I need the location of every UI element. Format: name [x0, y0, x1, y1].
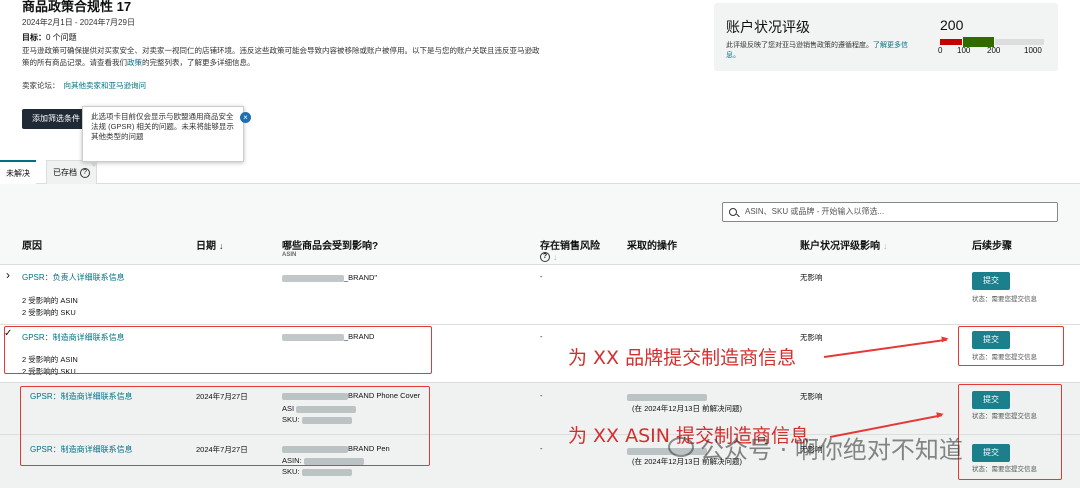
annotation-brand: 为 XX 品牌提交制造商信息	[568, 347, 797, 369]
policy-link[interactable]: 政策	[127, 58, 142, 67]
column-reason: 原因	[22, 241, 42, 252]
tick-200: 200	[987, 46, 1001, 55]
action-placeholder	[627, 392, 707, 401]
reason-link[interactable]: GPSR：负责人详细联系信息	[22, 272, 125, 283]
sort-down-icon: ↓	[219, 241, 224, 251]
health-desc-text: 此评级反映了您对亚马逊销售政策的遵循程度。	[726, 42, 873, 49]
target-label: 目标：	[22, 33, 46, 42]
health-bar-gray	[995, 39, 1044, 45]
health-description: 此评级反映了您对亚马逊销售政策的遵循程度。了解更多信息。	[726, 41, 916, 61]
tooltip: 此选项卡目前仅会显示与欧盟通用商品安全法规 (GPSR) 相关的问题。未来将能够…	[82, 106, 244, 167]
policy-description: 亚马逊政策可确保提供对买家安全、对卖家一视同仁的店铺环境。违反这些政策可能会导致…	[22, 45, 542, 69]
action-deadline: (在 2024年12月13日 前解决问题)	[632, 404, 743, 413]
health-title: 账户状况评级	[726, 19, 810, 35]
column-action: 采取的操作	[627, 241, 677, 252]
redacted-text	[282, 274, 344, 282]
health-bar-red	[940, 39, 962, 45]
risk-value: -	[540, 444, 543, 453]
help-icon[interactable]: ?	[540, 252, 550, 263]
watermark: 公众号 · 啊你绝对不知道	[700, 436, 963, 464]
account-health-panel: 账户状况评级 此评级反映了您对亚马逊销售政策的遵循程度。了解更多信息。 200 …	[714, 3, 1058, 71]
tab-unresolved-label: 未解决	[6, 169, 30, 178]
sort-down-icon: ↓	[883, 241, 888, 251]
description-prefix: 亚马逊政策可确保提供对买家安全、对卖家一视同仁的店铺环境。违反这些政策可能会导致…	[22, 46, 540, 67]
search-icon	[729, 208, 737, 216]
risk-value: -	[540, 272, 543, 281]
column-risk: 存在销售风险? ↓	[540, 237, 600, 263]
impact-value: 无影响	[800, 392, 823, 401]
tab-bar	[0, 160, 1080, 184]
close-icon[interactable]: ×	[240, 112, 251, 123]
wechat-icon	[668, 437, 694, 457]
column-date[interactable]: 日期 ↓	[196, 237, 224, 252]
help-icon[interactable]: ?	[80, 167, 90, 178]
redacted-text	[627, 447, 707, 455]
tick-0: 0	[938, 46, 943, 55]
forum-line: 卖家论坛： 向其他卖家和亚马逊询问	[22, 80, 146, 91]
annotation-box	[958, 384, 1062, 480]
redacted-text	[301, 468, 352, 476]
health-score: 200	[940, 17, 964, 33]
sort-down-icon: ↓	[553, 252, 558, 262]
tab-unresolved[interactable]: 未解决	[0, 160, 36, 184]
annotation-box	[4, 326, 432, 374]
affected-asins: 2 受影响的 ASIN	[22, 296, 78, 305]
tick-1000: 1000	[1024, 46, 1042, 55]
column-health-impact-label: 账户状况评级影响	[800, 241, 880, 252]
redacted-text	[627, 393, 707, 401]
column-risk-label: 存在销售风险	[540, 241, 600, 252]
forum-link[interactable]: 向其他卖家和亚马逊询问	[64, 81, 147, 90]
tab-archived-label: 已存档	[53, 168, 77, 177]
date-range: 2024年2月1日 - 2024年7月29日	[22, 18, 135, 27]
annotation-box	[20, 386, 430, 466]
affected-skus: 2 受影响的 SKU	[22, 308, 76, 317]
annotation-box	[958, 326, 1064, 366]
search-input[interactable]: ASIN、SKU 或品牌 - 开始输入以筛选...	[722, 202, 1058, 222]
submit-button[interactable]: 提交	[972, 272, 1010, 290]
column-affected: 哪些商品会受到影响? ASIN	[282, 237, 378, 258]
column-date-label: 日期	[196, 241, 216, 252]
description-suffix: 的完整列表，了解更多详细信息。	[142, 58, 255, 67]
column-health-impact: 账户状况评级影响 ↓	[800, 237, 888, 252]
forum-label: 卖家论坛：	[22, 81, 60, 90]
status-text: 状态：需要您提交信息	[972, 296, 1037, 303]
target-value: 0 个问题	[46, 33, 77, 42]
tick-100: 100	[957, 46, 971, 55]
sku-label: SKU:	[282, 467, 300, 476]
impact-value: 无影响	[800, 273, 823, 282]
search-placeholder: ASIN、SKU 或品牌 - 开始输入以筛选...	[745, 207, 885, 216]
risk-value: -	[540, 332, 543, 341]
product-name: _BRAND"	[282, 273, 377, 282]
column-affected-label: 哪些商品会受到影响?	[282, 241, 379, 252]
impact-value: 无影响	[800, 333, 823, 342]
page-title: 商品政策合规性 17	[22, 0, 132, 14]
target-text: 目标：0 个问题	[22, 32, 77, 43]
sku-line: SKU:	[282, 467, 352, 476]
column-affected-sub: ASIN	[282, 252, 297, 258]
product-suffix: _BRAND"	[344, 273, 378, 282]
chevron-right-icon[interactable]: ›	[6, 268, 10, 282]
risk-value: -	[540, 391, 543, 400]
column-next-steps: 后续步骤	[972, 241, 1012, 252]
